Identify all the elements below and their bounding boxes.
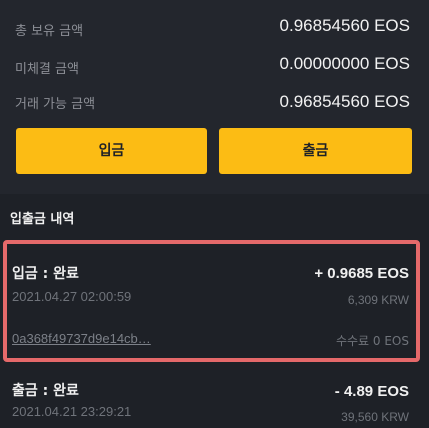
available-balance-row: 거래 가능 금액 0.96854560 EOS (0, 89, 429, 115)
withdraw-button[interactable]: 출금 (219, 128, 412, 174)
transaction-krw: 39,560 KRW (341, 410, 409, 424)
available-balance-value: 0.96854560 EOS (279, 92, 410, 111)
total-balance-value: 0.96854560 EOS (279, 16, 410, 35)
highlight-box (3, 240, 420, 362)
total-balance-label: 총 보유 금액 (15, 24, 84, 39)
pending-balance-row: 미체결 금액 0.00000000 EOS (0, 54, 429, 80)
transaction-status: 출금 : 완료 (12, 383, 79, 399)
transaction-datetime: 2021.04.21 23:29:21 (12, 404, 132, 419)
history-title: 입출금 내역 (10, 212, 75, 227)
history-header: 입출금 내역 (0, 194, 429, 238)
deposit-button[interactable]: 입금 (16, 128, 207, 174)
pending-balance-value: 0.00000000 EOS (279, 54, 410, 73)
available-balance-label: 거래 가능 금액 (15, 97, 96, 112)
total-balance-row: 총 보유 금액 0.96854560 EOS (0, 16, 429, 42)
pending-balance-label: 미체결 금액 (15, 62, 79, 77)
transaction-item-withdrawal[interactable]: 출금 : 완료 2021.04.21 23:29:21 - 4.89 EOS 3… (0, 364, 429, 428)
balance-panel: 총 보유 금액 0.96854560 EOS 미체결 금액 0.00000000… (0, 0, 429, 194)
transaction-amount: - 4.89 EOS (334, 383, 409, 400)
